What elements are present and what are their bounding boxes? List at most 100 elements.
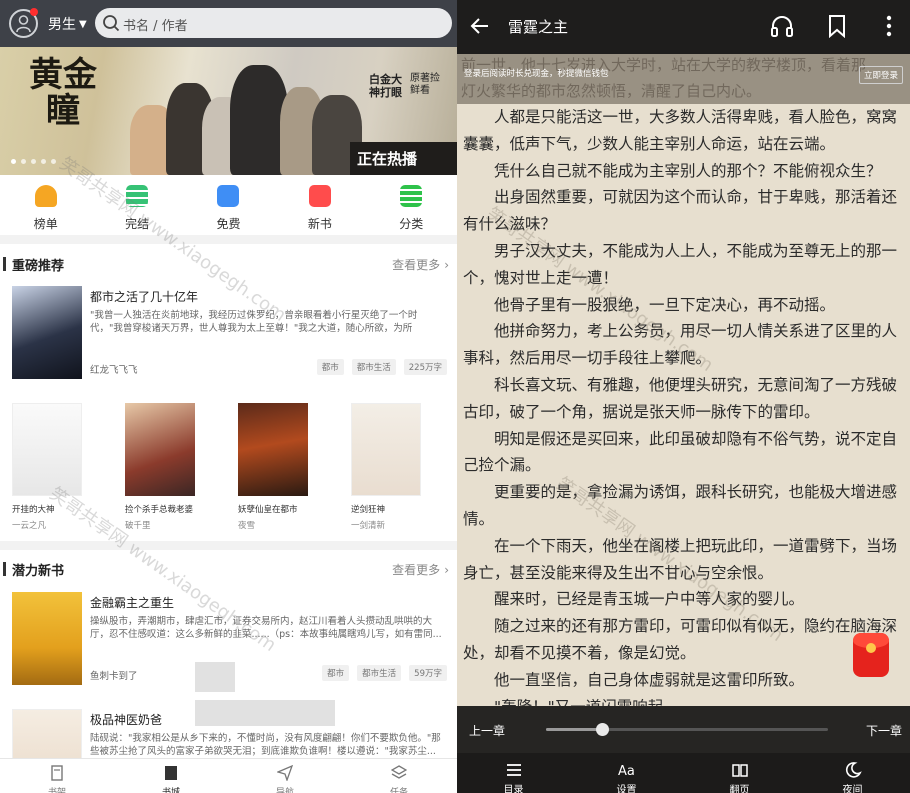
book-cover [238, 403, 308, 496]
gender-selector[interactable]: 男生 ▼ [48, 14, 87, 34]
divider [0, 235, 457, 244]
bottom-tab-bar: 书架 书城 导航 任务 [0, 758, 457, 793]
category-rank[interactable]: 榜单 [0, 175, 91, 235]
navigation-icon [277, 765, 293, 781]
book-grid: 开挂的大神 一云之凡 捡个杀手总裁老婆 破千里 妖孽仙皇在都市 夜雪 逆剑狂神 … [0, 403, 457, 533]
login-banner: 前一世，他十七岁进入大学时，站在大学的教学楼顶，看着那 灯火繁华的都市忽然顿悟，… [457, 54, 910, 104]
category-new[interactable]: 新书 [274, 175, 365, 235]
book-tags: 都市 都市生活 59万字 [322, 665, 447, 681]
tab-bookshelf[interactable]: 书架 [0, 759, 114, 793]
night-mode-button[interactable]: 夜间 [796, 753, 909, 793]
promo-banner[interactable]: 黄金瞳 白金大神打眼 原著捡鲜看 正在热播 [0, 47, 457, 175]
banner-status: 正在热播 [357, 150, 418, 168]
bookshelf-icon [51, 765, 63, 781]
paragraph: 人都是只能活这一世，大多数人活得卑贱，看人脸色，窝窝囊囊，低声下气，少数人能主宰… [463, 108, 898, 153]
section-potential-new: 潜力新书 查看更多 › [0, 553, 457, 583]
top-bar: 男生 ▼ 书名 / 作者 [0, 0, 457, 47]
category-classify[interactable]: 分类 [366, 175, 457, 235]
book-title: 极品神医奶爸 [90, 713, 163, 727]
book-author: 鱼刺卡到了 [90, 671, 138, 682]
book-cover [12, 286, 82, 379]
featured-book[interactable]: 都市之活了几十亿年 "我曾一人独活在炎前地球，我经历过侏罗纪，曾亲眼看着小行星灭… [0, 286, 457, 386]
banner-promo-main: 白金大神打眼 [369, 73, 402, 99]
divider [0, 541, 457, 550]
settings-button[interactable]: Aa 设置 [570, 753, 683, 793]
see-more-button[interactable]: 查看更多 › [392, 256, 449, 273]
progress-fill [546, 728, 603, 731]
book-title: 都市之活了几十亿年 [90, 290, 199, 304]
category-row: 榜单 完结 免费 新书 分类 [0, 175, 457, 235]
grid-book[interactable]: 妖孽仙皇在都市 夜雪 [238, 403, 338, 531]
login-prompt: 登录后阅读时长兑现金，秒提微信钱包 [464, 69, 609, 79]
login-button[interactable]: 立即登录 [859, 66, 904, 84]
chevron-right-icon: › [444, 562, 449, 577]
night-mode-icon [845, 762, 862, 778]
paragraph: 他拼命努力，考上公务员，用尽一切人情关系进了区里的人事科，然后用尽一切手段往上攀… [463, 322, 898, 368]
paragraph: 科长喜文玩、有雅趣，他便埋头研究，无意间淘了一方残破古印，破了一个角，据说是张天… [463, 375, 898, 421]
book-description: "我曾一人独活在炎前地球，我经历过侏罗纪，曾亲眼看着小行星灭绝了一个时代，"我曾… [90, 310, 418, 334]
page-turn-icon [731, 764, 748, 777]
search-placeholder: 书名 / 作者 [123, 19, 188, 34]
back-arrow-icon[interactable] [470, 16, 490, 36]
next-chapter-button[interactable]: 下一章 [866, 722, 902, 739]
split-screen: 男生 ▼ 书名 / 作者 黄金瞳 白金大神打眼 原著捡鲜看 正在热播 榜单 完结… [0, 0, 910, 793]
grid-book[interactable]: 捡个杀手总裁老婆 破千里 [125, 403, 225, 531]
chevron-down-icon: ▼ [79, 18, 87, 30]
red-envelope-button[interactable] [853, 633, 889, 677]
paragraph: 凭什么自己就不能成为主宰别人的那个？不能俯视众生？ [494, 161, 882, 180]
grid-book[interactable]: 逆剑狂神 一剑清新 [351, 403, 451, 531]
new-badge-icon [308, 185, 331, 207]
grid-book[interactable]: 开挂的大神 一云之凡 [12, 403, 112, 531]
search-input[interactable]: 书名 / 作者 [95, 8, 452, 38]
paragraph: 在一个下雨天，他坐在阁楼上把玩此印，一道雷劈下，当场身亡，甚至没能来得及生出不甘… [463, 536, 898, 582]
tasks-icon [391, 765, 407, 779]
category-free[interactable]: 免费 [183, 175, 274, 235]
paragraph: 他一直坚信，自己身体虚弱就是这雷印所致。 [494, 670, 805, 689]
tab-bookstore[interactable]: 书城 [114, 759, 228, 793]
clock-book-icon [217, 185, 240, 207]
bookstore-screen: 男生 ▼ 书名 / 作者 黄金瞳 白金大神打眼 原著捡鲜看 正在热播 榜单 完结… [0, 0, 457, 793]
section-title: 重磅推荐 [12, 259, 65, 274]
reader-bottom-menu: 目录 Aa 设置 翻页 夜间 [457, 753, 910, 793]
tab-navigation[interactable]: 导航 [228, 759, 342, 793]
section-heavy-recommend: 重磅推荐 查看更多 › [0, 248, 457, 278]
faded-text: 灯火繁华的都市忽然顿悟，清醒了自己内心。 [461, 82, 762, 100]
paragraph: 更重要的是，拿捡漏为诱饵，跟科长研究，也能极大增进感情。 [463, 483, 898, 528]
prev-chapter-button[interactable]: 上一章 [469, 722, 505, 739]
more-vertical-icon[interactable] [885, 14, 893, 38]
bookmark-icon[interactable] [828, 14, 846, 38]
reader-top-bar: 雷霆之主 [457, 0, 910, 54]
blurred-region [195, 662, 235, 692]
notification-dot [30, 8, 38, 16]
paragraph: 随之过来的还有那方雷印，可雷印似有似无，隐约在脑海深处，却看不见摸不着，像是幻觉… [463, 617, 898, 662]
progress-slider[interactable] [546, 723, 828, 736]
tab-tasks[interactable]: 任务 [342, 759, 456, 793]
user-icon [16, 15, 31, 33]
book-title: 雷霆之主 [508, 18, 569, 36]
progress-knob[interactable] [596, 723, 610, 736]
section-title: 潜力新书 [12, 564, 65, 579]
book-description: 陆砚说："我家相公是从乡下来的，不懂时尚，没有风度翩翩！你们不要欺负他。"那些被… [90, 733, 441, 757]
chevron-right-icon: › [444, 257, 449, 272]
paragraph: 男子汉大丈夫，不能成为人上人，不能成为至尊无上的那一个，愧对世上走一遭！ [463, 241, 898, 287]
book-tags: 都市 都市生活 225万字 [316, 359, 447, 375]
reader-screen: 前一世，他十七岁进入大学时，站在大学的教学楼顶，看着那 灯火繁华的都市忽然顿悟，… [457, 0, 910, 793]
book-cover [125, 403, 195, 496]
gender-label: 男生 [48, 17, 76, 33]
book-title: 金融霸主之重生 [90, 596, 175, 610]
banner-title: 黄金瞳 [29, 55, 97, 131]
page-turn-button[interactable]: 翻页 [683, 753, 796, 793]
toc-button[interactable]: 目录 [457, 753, 570, 793]
headphones-icon[interactable] [770, 14, 794, 38]
paragraph: 明知是假还是买回来，此印虽破却隐有不俗气势，说不定自己捡个漏。 [463, 429, 898, 475]
banner-pager [11, 159, 56, 164]
search-icon [103, 15, 120, 32]
paragraph: 醒来时，已经是青玉城一户中等人家的婴儿。 [494, 590, 805, 609]
book-cover [351, 403, 421, 496]
category-completed[interactable]: 完结 [91, 175, 182, 235]
stack-books-icon [126, 185, 149, 207]
banner-cast-image [130, 57, 370, 175]
chapter-progress-bar: 上一章 下一章 [457, 706, 910, 753]
see-more-button[interactable]: 查看更多 › [392, 561, 449, 578]
paragraph: 出身固然重要，可就因为这个而认命，甘于卑贱，那活着还有什么滋味？ [463, 188, 898, 234]
